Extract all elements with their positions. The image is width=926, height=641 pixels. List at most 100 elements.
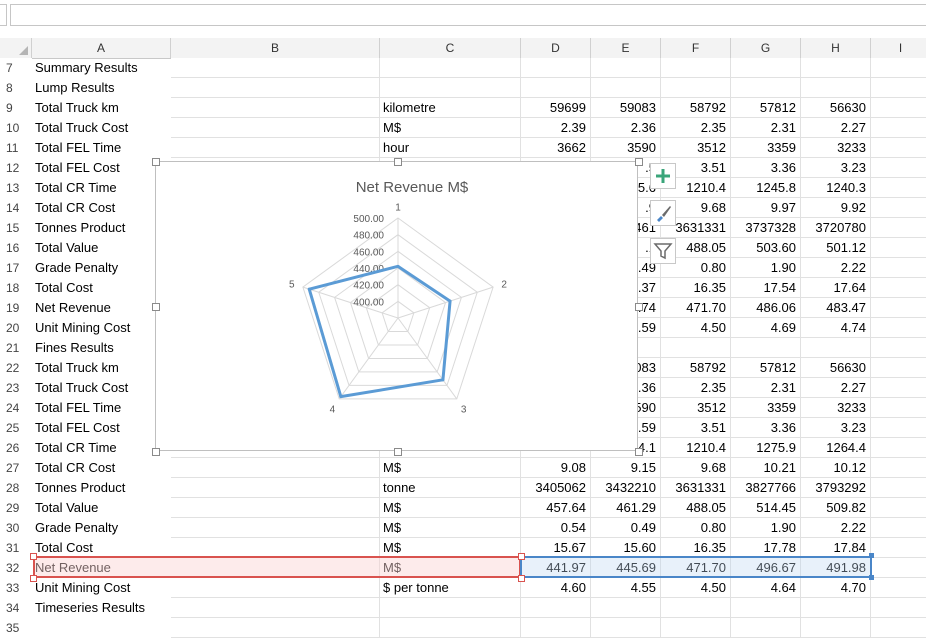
- cell-g[interactable]: 486.06: [731, 298, 801, 318]
- cell-a-label[interactable]: Unit Mining Cost: [32, 318, 171, 338]
- cell-a-label[interactable]: Total Truck Cost: [32, 118, 171, 138]
- cell-e[interactable]: 3432210: [591, 478, 661, 498]
- cell-f[interactable]: 16.35: [661, 278, 731, 298]
- name-box[interactable]: [0, 4, 7, 26]
- radar-point[interactable]: [307, 287, 311, 291]
- cell-g[interactable]: 2.31: [731, 118, 801, 138]
- row-header-29[interactable]: 29: [0, 498, 32, 518]
- cell-d[interactable]: [521, 58, 591, 78]
- row-header-8[interactable]: 8: [0, 78, 32, 98]
- cell-f[interactable]: [661, 598, 731, 618]
- cell-h[interactable]: 56630: [801, 98, 871, 118]
- cell-c-unit[interactable]: [380, 58, 521, 78]
- cell-g[interactable]: 9.97: [731, 198, 801, 218]
- cell-h[interactable]: 501.12: [801, 238, 871, 258]
- cell-d[interactable]: 15.67: [521, 538, 591, 558]
- cell-d[interactable]: 3662: [521, 138, 591, 158]
- cell-a-label[interactable]: Total CR Time: [32, 178, 171, 198]
- cell-h[interactable]: [801, 598, 871, 618]
- radar-chart[interactable]: Net Revenue M$ 500.00 480.00 460.00 440.00 4…: [155, 161, 638, 451]
- cell-g[interactable]: 1275.9: [731, 438, 801, 458]
- cell-a-label[interactable]: Net Revenue: [32, 298, 171, 318]
- cell-h[interactable]: 2.27: [801, 118, 871, 138]
- cell-a-label[interactable]: Total Truck km: [32, 358, 171, 378]
- cell-e[interactable]: [591, 618, 661, 638]
- column-header-h[interactable]: H: [801, 38, 871, 58]
- cell-f[interactable]: 0.80: [661, 518, 731, 538]
- cell-h[interactable]: 509.82: [801, 498, 871, 518]
- cell-i[interactable]: [871, 558, 926, 578]
- row-header-19[interactable]: 19: [0, 298, 32, 318]
- selection-handle[interactable]: [869, 553, 874, 558]
- cell-a-label[interactable]: Grade Penalty: [32, 518, 171, 538]
- cell-h[interactable]: 491.98: [801, 558, 871, 578]
- row-header-24[interactable]: 24: [0, 398, 32, 418]
- cell-b[interactable]: [171, 58, 380, 78]
- cell-f[interactable]: 4.50: [661, 318, 731, 338]
- column-header-e[interactable]: E: [591, 38, 661, 58]
- cell-a-label[interactable]: Tonnes Product: [32, 478, 171, 498]
- selection-handle[interactable]: [518, 553, 525, 560]
- cell-h[interactable]: 2.22: [801, 258, 871, 278]
- cell-e[interactable]: [591, 598, 661, 618]
- cell-c-unit[interactable]: M$: [380, 458, 521, 478]
- cell-e[interactable]: 445.69: [591, 558, 661, 578]
- chart-resize-handle[interactable]: [393, 448, 402, 456]
- cell-i[interactable]: [871, 418, 926, 438]
- cell-e[interactable]: 15.60: [591, 538, 661, 558]
- cell-a-label[interactable]: Total FEL Time: [32, 398, 171, 418]
- cell-f[interactable]: 2.35: [661, 378, 731, 398]
- cell-a-label[interactable]: Total FEL Cost: [32, 418, 171, 438]
- cell-d[interactable]: 3405062: [521, 478, 591, 498]
- cell-b[interactable]: [171, 118, 380, 138]
- cell-g[interactable]: [731, 598, 801, 618]
- cell-f[interactable]: 16.35: [661, 538, 731, 558]
- cell-a-label[interactable]: Total CR Time: [32, 438, 171, 458]
- cell-i[interactable]: [871, 258, 926, 278]
- cell-i[interactable]: [871, 58, 926, 78]
- chart-resize-handle[interactable]: [635, 448, 643, 456]
- row-header-10[interactable]: 10: [0, 118, 32, 138]
- cell-c-unit[interactable]: M$: [380, 118, 521, 138]
- cell-g[interactable]: 3827766: [731, 478, 801, 498]
- cell-b[interactable]: [171, 578, 380, 598]
- chart-elements-button[interactable]: [650, 163, 676, 189]
- cell-c-unit[interactable]: M$: [380, 538, 521, 558]
- cell-g[interactable]: [731, 78, 801, 98]
- cell-i[interactable]: [871, 118, 926, 138]
- cell-i[interactable]: [871, 178, 926, 198]
- cell-i[interactable]: [871, 338, 926, 358]
- row-header-15[interactable]: 15: [0, 218, 32, 238]
- cell-h[interactable]: 483.47: [801, 298, 871, 318]
- cell-i[interactable]: [871, 318, 926, 338]
- cell-d[interactable]: 4.60: [521, 578, 591, 598]
- cell-e[interactable]: [591, 78, 661, 98]
- cell-e[interactable]: 0.49: [591, 518, 661, 538]
- cell-e[interactable]: 59083: [591, 98, 661, 118]
- cell-h[interactable]: 17.84: [801, 538, 871, 558]
- chart-styles-button[interactable]: [650, 200, 676, 226]
- cell-a-label[interactable]: Total FEL Time: [32, 138, 171, 158]
- cell-c-unit[interactable]: kilometre: [380, 98, 521, 118]
- cell-i[interactable]: [871, 98, 926, 118]
- row-header-11[interactable]: 11: [0, 138, 32, 158]
- selection-handle[interactable]: [30, 575, 37, 582]
- cell-g[interactable]: 514.45: [731, 498, 801, 518]
- chart-resize-handle[interactable]: [635, 303, 643, 311]
- cell-f[interactable]: 3512: [661, 138, 731, 158]
- cell-a-label[interactable]: Lump Results: [32, 78, 171, 98]
- cell-f[interactable]: 471.70: [661, 558, 731, 578]
- cell-g[interactable]: 4.69: [731, 318, 801, 338]
- row-header-13[interactable]: 13: [0, 178, 32, 198]
- cell-g[interactable]: 57812: [731, 358, 801, 378]
- cell-c-unit[interactable]: [380, 618, 521, 638]
- cell-h[interactable]: 2.27: [801, 378, 871, 398]
- cell-f[interactable]: 3512: [661, 398, 731, 418]
- row-header-31[interactable]: 31: [0, 538, 32, 558]
- chart-resize-handle[interactable]: [152, 158, 160, 166]
- cell-g[interactable]: 1.90: [731, 258, 801, 278]
- cell-i[interactable]: [871, 438, 926, 458]
- cell-e[interactable]: 4.55: [591, 578, 661, 598]
- radar-point[interactable]: [448, 299, 452, 303]
- column-header-g[interactable]: G: [731, 38, 801, 58]
